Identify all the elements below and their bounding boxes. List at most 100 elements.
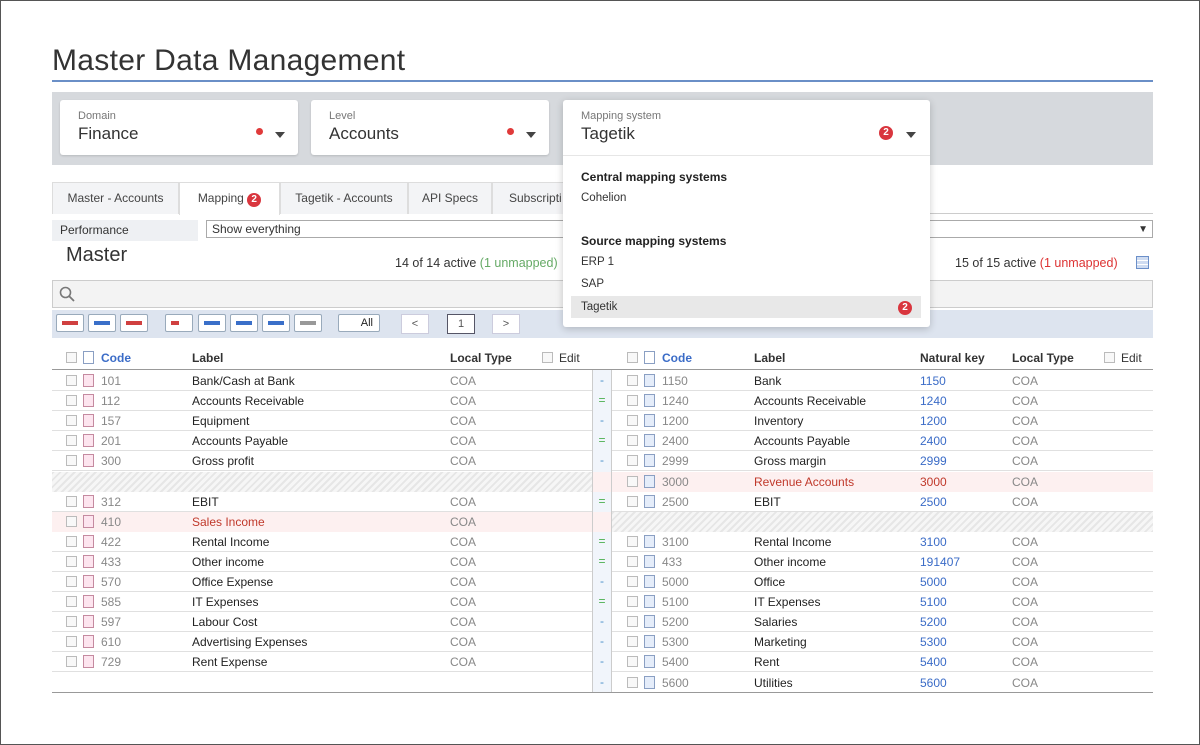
table-row[interactable]: 312 EBIT COA [52,492,592,512]
mapping-indicator[interactable]: - [592,654,612,668]
mapping-indicator[interactable]: - [592,675,612,689]
all-button[interactable]: All [338,314,380,332]
table-row[interactable]: 3100 Rental Income 3100 COA [612,532,1153,552]
left-label-header[interactable]: Label [192,351,223,371]
row-checkbox[interactable] [66,636,77,647]
right-code-header[interactable]: Code [662,351,692,371]
map-tool-button[interactable] [56,314,84,332]
row-checkbox[interactable] [66,656,77,667]
tab-subscriptions[interactable]: Subscripti [492,182,574,214]
row-checkbox[interactable] [627,556,638,567]
right-natural-key[interactable]: 191407 [920,555,960,569]
row-checkbox[interactable] [627,536,638,547]
row-checkbox[interactable] [627,616,638,627]
row-checkbox[interactable] [66,576,77,587]
row-checkbox[interactable] [66,616,77,627]
table-row[interactable]: 5000 Office 5000 COA [612,572,1153,592]
row-checkbox[interactable] [627,375,638,386]
right-natural-key[interactable]: 5100 [920,595,947,609]
row-checkbox[interactable] [627,476,638,487]
mapping-indicator[interactable]: - [592,373,612,387]
right-natural-key[interactable]: 5600 [920,676,947,690]
mapping-indicator[interactable]: = [592,494,612,508]
tab-tagetik-accounts[interactable]: Tagetik - Accounts [280,182,408,214]
select-all-left-checkbox[interactable] [66,352,77,363]
row-checkbox[interactable] [66,455,77,466]
table-row[interactable]: 729 Rent Expense COA [52,652,592,672]
row-checkbox[interactable] [627,395,638,406]
mapping-system-value[interactable]: Tagetik [581,124,635,144]
mapping-indicator[interactable]: - [592,453,612,467]
option-tagetik-highlight[interactable] [571,296,921,318]
right-natural-key[interactable]: 5000 [920,575,947,589]
table-row[interactable]: 1200 Inventory 1200 COA [612,411,1153,431]
row-checkbox[interactable] [66,596,77,607]
edit-right-checkbox[interactable] [1104,352,1115,363]
row-checkbox[interactable] [627,576,638,587]
right-edit-header[interactable]: Edit [1121,351,1142,371]
row-checkbox[interactable] [627,455,638,466]
table-row[interactable]: 5300 Marketing 5300 COA [612,632,1153,652]
table-row[interactable]: 201 Accounts Payable COA [52,431,592,451]
table-row[interactable]: 610 Advertising Expenses COA [52,632,592,652]
table-row[interactable]: 2400 Accounts Payable 2400 COA [612,431,1153,451]
table-row[interactable]: 112 Accounts Receivable COA [52,391,592,411]
table-row[interactable]: 300 Gross profit COA [52,451,592,471]
row-checkbox[interactable] [627,656,638,667]
left-code-header[interactable]: Code [101,351,131,371]
mapping-indicator[interactable]: - [592,634,612,648]
map-tool-button[interactable] [120,314,148,332]
map-tool-button[interactable] [230,314,258,332]
row-checkbox[interactable] [627,415,638,426]
tab-api-specs[interactable]: API Specs [408,182,492,214]
next-page-button[interactable]: > [492,314,520,334]
table-row[interactable]: 5600 Utilities 5600 COA [612,673,1153,693]
right-natural-key[interactable]: 1200 [920,414,947,428]
chevron-down-icon[interactable] [275,132,285,138]
table-row[interactable]: 422 Rental Income COA [52,532,592,552]
option-erp1[interactable]: ERP 1 [581,256,614,268]
right-natural-key[interactable]: 5200 [920,615,947,629]
tab-master-accounts[interactable]: Master - Accounts [52,182,179,214]
chevron-down-icon[interactable] [526,132,536,138]
table-row[interactable]: 5400 Rent 5400 COA [612,652,1153,672]
table-row[interactable]: 101 Bank/Cash at Bank COA [52,371,592,391]
table-row[interactable]: 570 Office Expense COA [52,572,592,592]
mapping-indicator[interactable]: = [592,554,612,568]
left-edit-header[interactable]: Edit [559,351,580,371]
row-checkbox[interactable] [627,496,638,507]
right-natural-key[interactable]: 2400 [920,434,947,448]
grid-view-icon[interactable] [1136,256,1149,269]
row-checkbox[interactable] [627,435,638,446]
table-row[interactable]: 410 Sales Income COA [52,512,592,532]
row-checkbox[interactable] [66,415,77,426]
table-row[interactable]: 597 Labour Cost COA [52,612,592,632]
option-cohelion[interactable]: Cohelion [581,192,626,204]
option-tagetik[interactable]: Tagetik [581,301,617,313]
level-selector[interactable]: Level Accounts [311,100,549,155]
right-type-header[interactable]: Local Type [1012,351,1074,371]
mapping-indicator[interactable]: - [592,614,612,628]
table-row[interactable]: 5100 IT Expenses 5100 COA [612,592,1153,612]
table-row[interactable]: 2999 Gross margin 2999 COA [612,451,1153,471]
row-checkbox[interactable] [66,435,77,446]
right-natural-key[interactable]: 5300 [920,635,947,649]
select-all-right-checkbox[interactable] [627,352,638,363]
right-natural-key[interactable]: 3100 [920,535,947,549]
option-sap[interactable]: SAP [581,278,604,290]
edit-left-checkbox[interactable] [542,352,553,363]
row-checkbox[interactable] [66,395,77,406]
map-tool-button[interactable] [88,314,116,332]
table-row[interactable]: 433 Other income COA [52,552,592,572]
table-row[interactable]: 157 Equipment COA [52,411,592,431]
table-row[interactable]: 1150 Bank 1150 COA [612,371,1153,391]
right-natural-key[interactable]: 1240 [920,394,947,408]
right-natural-key[interactable]: 3000 [920,475,947,489]
tab-mapping[interactable]: Mapping 2 [179,182,280,215]
page-number[interactable]: 1 [447,314,475,334]
map-tool-button[interactable] [165,314,193,332]
row-checkbox[interactable] [66,536,77,547]
left-type-header[interactable]: Local Type [450,351,512,371]
row-checkbox[interactable] [66,496,77,507]
row-checkbox[interactable] [66,375,77,386]
